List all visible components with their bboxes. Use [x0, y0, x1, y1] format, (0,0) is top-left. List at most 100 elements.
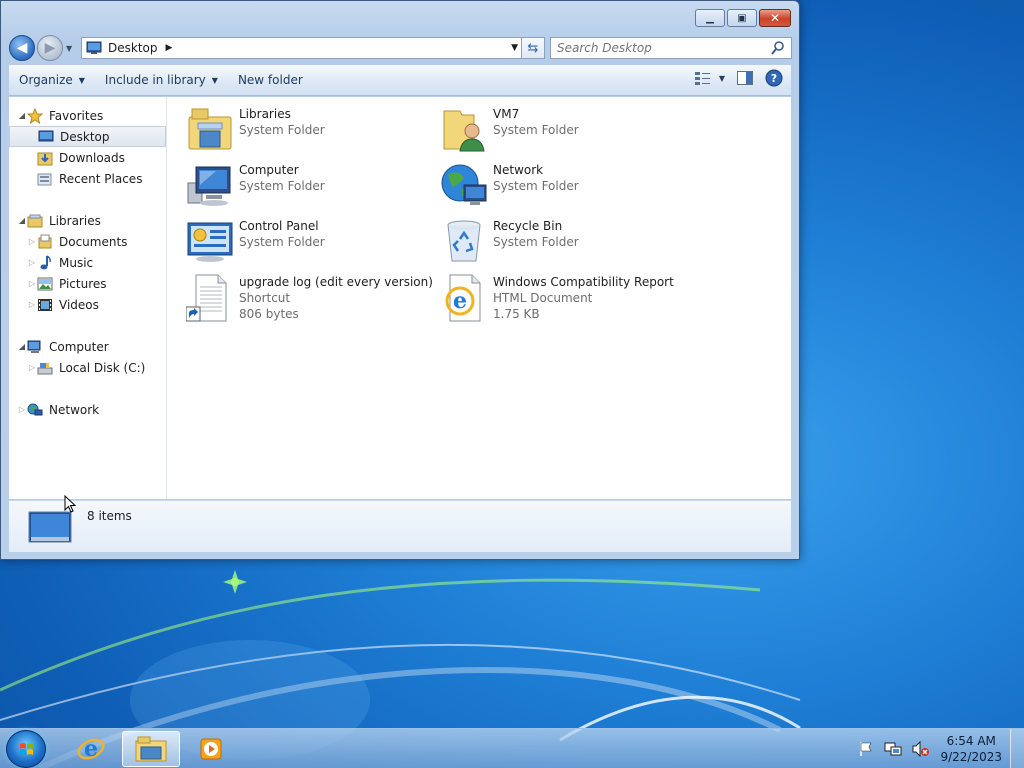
search-icon[interactable] [771, 40, 785, 56]
start-button[interactable] [6, 730, 46, 768]
navigation-bar: ◀ ▶ ▼ Desktop ▶ ▼ ⇆ [9, 35, 792, 61]
refresh-button[interactable]: ⇆ [521, 37, 545, 59]
nav-item-recent-places[interactable]: Recent Places [9, 168, 166, 189]
nav-label-favorites: Favorites [49, 108, 104, 123]
clock-date: 9/22/2023 [940, 750, 1002, 764]
volume-muted-icon[interactable] [912, 741, 930, 757]
file-item-computer[interactable]: Computer System Folder [185, 161, 325, 211]
svg-text:e: e [84, 736, 98, 762]
explorer-window: ▁ ▣ ✕ ◀ ▶ ▼ Desktop ▶ ▼ ⇆ Organize ▼ Incl… [0, 0, 800, 560]
taskbar: e 6:54 AM 9/22/2023 [0, 728, 1024, 768]
breadcrumb-desktop[interactable]: Desktop [108, 41, 158, 55]
preview-pane-icon[interactable] [737, 71, 753, 85]
network-icon [439, 161, 489, 211]
expand-triangle-icon[interactable]: ▷ [27, 363, 37, 372]
documents-icon [37, 234, 53, 250]
nav-item-downloads[interactable]: Downloads [9, 147, 166, 168]
nav-label-pictures: Pictures [59, 276, 107, 291]
organize-label: Organize [19, 73, 73, 87]
nav-item-desktop[interactable]: Desktop [9, 126, 166, 147]
recent-pages-dropdown[interactable]: ▼ [66, 44, 72, 53]
expand-triangle-icon[interactable]: ▷ [27, 279, 37, 288]
file-item-network[interactable]: Network System Folder [439, 161, 579, 211]
nav-item-favorites[interactable]: ◢ Favorites [9, 105, 166, 126]
taskbar-windows-explorer[interactable] [122, 731, 180, 767]
system-tray: 6:54 AM 9/22/2023 [848, 729, 1024, 768]
control-panel-icon [185, 217, 235, 267]
clock[interactable]: 6:54 AM 9/22/2023 [940, 733, 1002, 765]
back-button[interactable]: ◀ [9, 35, 35, 61]
action-center-flag-icon[interactable] [858, 741, 874, 757]
collapse-triangle-icon[interactable]: ◢ [17, 216, 27, 225]
file-type: HTML Document [493, 291, 593, 305]
nav-item-libraries[interactable]: ◢ Libraries [9, 210, 166, 231]
nav-label-computer: Computer [49, 339, 109, 354]
expand-triangle-icon[interactable]: ▷ [27, 300, 37, 309]
hard-drive-icon [37, 360, 53, 376]
maximize-icon: ▣ [737, 12, 747, 24]
file-list: Libraries System Folder VM7 System Folde… [167, 97, 791, 499]
file-type: System Folder [239, 235, 325, 249]
nav-label-videos: Videos [59, 297, 99, 312]
expand-triangle-icon[interactable]: ▷ [27, 237, 37, 246]
navigation-pane: ◢ Favorites Desktop Downloads Recent Pla… [9, 97, 167, 499]
show-desktop-button[interactable] [1010, 729, 1024, 768]
address-bar[interactable]: Desktop ▶ ▼ [81, 37, 525, 59]
minimize-button[interactable]: ▁ [695, 9, 725, 27]
user-folder-icon [439, 105, 489, 155]
nav-label-local-disk: Local Disk (C:) [59, 360, 146, 375]
file-item-control-panel[interactable]: Control Panel System Folder [185, 217, 325, 267]
nav-label-recent-places: Recent Places [59, 171, 143, 186]
file-item-libraries[interactable]: Libraries System Folder [185, 105, 325, 155]
file-name: Recycle Bin [493, 219, 563, 233]
include-in-library-button[interactable]: Include in library ▼ [95, 68, 228, 92]
new-folder-label: New folder [237, 73, 303, 87]
breadcrumb-arrow-icon[interactable]: ▶ [166, 43, 173, 53]
search-box[interactable] [550, 37, 792, 59]
nav-item-music[interactable]: ▷ Music [9, 252, 166, 273]
file-item-vm7[interactable]: VM7 System Folder [439, 105, 579, 155]
file-item-recycle-bin[interactable]: Recycle Bin System Folder [439, 217, 579, 267]
forward-button[interactable]: ▶ [37, 35, 63, 61]
nav-item-local-disk[interactable]: ▷ Local Disk (C:) [9, 357, 166, 378]
network-tray-icon[interactable] [884, 741, 902, 757]
recycle-bin-icon [439, 217, 489, 267]
collapse-triangle-icon[interactable]: ◢ [17, 111, 27, 120]
organize-button[interactable]: Organize ▼ [9, 68, 95, 92]
minimize-icon: ▁ [706, 12, 714, 24]
refresh-icon: ⇆ [527, 40, 539, 56]
nav-item-pictures[interactable]: ▷ Pictures [9, 273, 166, 294]
taskbar-media-player[interactable] [182, 731, 240, 767]
file-type: System Folder [239, 123, 325, 137]
change-view-button[interactable]: ▼ [694, 71, 725, 85]
file-item-compatibility-report[interactable]: e Windows Compatibility Report HTML Docu… [439, 273, 674, 323]
file-name: Network [493, 163, 544, 177]
close-button[interactable]: ✕ [759, 9, 791, 27]
collapse-triangle-icon[interactable]: ◢ [17, 342, 27, 351]
close-icon: ✕ [769, 11, 781, 25]
nav-item-videos[interactable]: ▷ Videos [9, 294, 166, 315]
nav-item-computer[interactable]: ◢ Computer [9, 336, 166, 357]
expand-triangle-icon[interactable]: ▷ [27, 258, 37, 267]
help-icon[interactable]: ? [765, 69, 783, 87]
item-count: 8 items [87, 509, 132, 523]
svg-text:e: e [453, 288, 467, 314]
file-name: Control Panel [239, 219, 319, 233]
taskbar-internet-explorer[interactable]: e [62, 731, 120, 767]
chevron-down-icon: ▼ [78, 75, 85, 85]
expand-triangle-icon[interactable]: ▷ [17, 405, 27, 414]
command-bar: Organize ▼ Include in library ▼ New folder… [9, 65, 791, 96]
file-type: System Folder [239, 179, 325, 193]
file-item-upgrade-log[interactable]: upgrade log (edit every version) Shortcu… [185, 273, 433, 323]
internet-explorer-document-icon: e [439, 273, 489, 323]
content-area: ◢ Favorites Desktop Downloads Recent Pla… [9, 97, 791, 499]
nav-item-network[interactable]: ▷ Network [9, 399, 166, 420]
media-player-icon [200, 738, 222, 760]
address-dropdown-icon[interactable]: ▼ [511, 43, 518, 53]
search-input[interactable] [557, 41, 767, 55]
new-folder-button[interactable]: New folder [228, 68, 313, 92]
nav-item-documents[interactable]: ▷ Documents [9, 231, 166, 252]
videos-icon [37, 297, 53, 313]
maximize-button[interactable]: ▣ [727, 9, 757, 27]
